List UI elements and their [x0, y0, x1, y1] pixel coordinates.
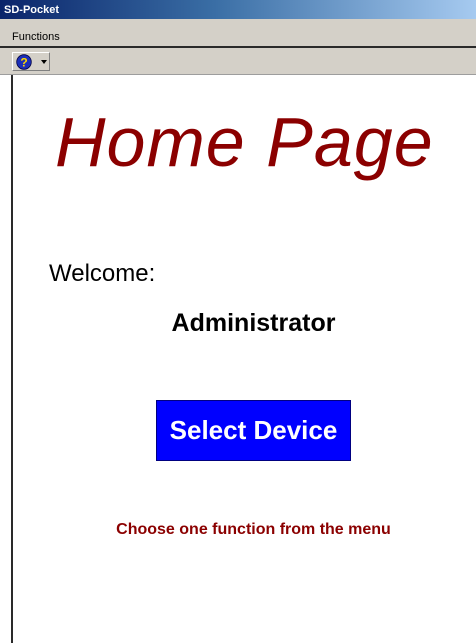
- home-page-content: Home Page Welcome: Administrator Select …: [11, 75, 476, 643]
- window-title: SD-Pocket: [4, 3, 60, 16]
- username-label: Administrator: [171, 309, 336, 337]
- title-bar: SD-Pocket: [0, 0, 476, 19]
- app-window: SD-Pocket Functions ? Home Page Welcome:…: [0, 0, 476, 643]
- svg-text:?: ?: [20, 55, 27, 69]
- chevron-down-icon[interactable]: [40, 58, 48, 66]
- instruction-text: Choose one function from the menu: [116, 521, 391, 538]
- help-button[interactable]: ?: [12, 52, 50, 71]
- help-icon: ?: [16, 54, 32, 70]
- menu-bar: Functions: [0, 19, 476, 48]
- select-device-button[interactable]: Select Device: [156, 400, 351, 461]
- toolbar: ?: [0, 48, 476, 75]
- menu-functions[interactable]: Functions: [8, 30, 64, 44]
- page-title: Home Page: [55, 103, 434, 181]
- welcome-label: Welcome:: [49, 260, 156, 287]
